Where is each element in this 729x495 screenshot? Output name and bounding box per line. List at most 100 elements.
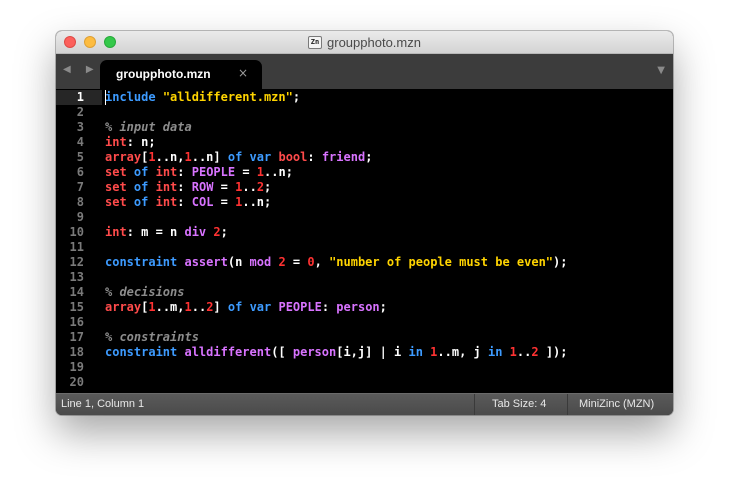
code-line[interactable]: 9 (56, 210, 673, 225)
code-line[interactable]: 16 (56, 315, 673, 330)
code-token: PEOPLE (278, 300, 322, 314)
code-token: : m = n (126, 225, 185, 239)
code-text: include "alldifferent.mzn"; (105, 90, 300, 105)
editor-window: Zn groupphoto.mzn ◀ ▶ groupphoto.mzn × ▼… (56, 31, 673, 415)
code-token: array (105, 150, 142, 164)
code-text: constraint alldifferent([ person[i,j] | … (105, 345, 568, 360)
line-number: 13 (69, 270, 84, 284)
status-bar: Line 1, Column 1 Tab Size: 4 MiniZinc (M… (56, 393, 673, 415)
code-text: int: m = n div 2; (105, 225, 228, 240)
code-token: set (105, 195, 127, 209)
tab-groupphoto[interactable]: groupphoto.mzn × (100, 60, 262, 89)
code-token: = (213, 180, 236, 194)
code-token: % constraints (105, 330, 199, 344)
code-line[interactable]: 1 include "alldifferent.mzn"; (56, 90, 673, 105)
code-token: ; (292, 90, 301, 104)
line-number: 7 (76, 180, 84, 194)
code-token: 1 (184, 150, 192, 164)
code-line[interactable]: 20 (56, 375, 673, 390)
code-line[interactable]: 13 (56, 270, 673, 285)
line-number: 19 (69, 360, 84, 374)
code-token: ([ (271, 345, 293, 359)
code-line[interactable]: 17 % constraints (56, 330, 673, 345)
line-number: 2 (76, 105, 84, 119)
code-token: ]); (538, 345, 568, 359)
code-text: int: n; (105, 135, 156, 150)
line-number: 9 (76, 210, 84, 224)
code-token: COL (191, 195, 214, 209)
code-token: ; (365, 150, 373, 164)
code-token: "number of people must be even" (329, 255, 554, 269)
code-line[interactable]: 5 array[1..n,1..n] of var bool: friend; (56, 150, 673, 165)
syntax-selector[interactable]: MiniZinc (MZN) (579, 398, 654, 410)
line-number: 3 (76, 120, 84, 134)
cursor-position: Line 1, Column 1 (61, 398, 145, 410)
code-token: 2 (531, 345, 539, 359)
code-token: ROW (191, 180, 214, 194)
code-line[interactable]: 15 array[1..m,1..2] of var PEOPLE: person… (56, 300, 673, 315)
code-editor[interactable]: 1 include "alldifferent.mzn"; 2 3% input da… (56, 89, 673, 393)
line-number: 15 (69, 300, 84, 314)
code-token: ; (220, 225, 228, 239)
code-line[interactable]: 14 % decisions (56, 285, 673, 300)
code-line[interactable]: 2 (56, 105, 673, 120)
tab-bar: ◀ ▶ groupphoto.mzn × ▼ (56, 54, 673, 89)
code-token: var (249, 300, 272, 314)
code-line[interactable]: 12 constraint assert(n mod 2 = 0, "number… (56, 255, 673, 270)
code-token: div (184, 225, 207, 239)
document-icon: Zn (308, 35, 323, 49)
tab-size-selector[interactable]: Tab Size: 4 (492, 398, 546, 410)
code-token: ] (213, 300, 228, 314)
tab-list-dropdown-icon[interactable]: ▼ (657, 65, 665, 76)
code-token: 2 (256, 180, 265, 194)
code-line[interactable]: 18 constraint alldifferent([ person[i,j] … (56, 345, 673, 360)
code-token: = (285, 255, 308, 269)
code-token: int (155, 180, 178, 194)
code-text: array[1..n,1..n] of var bool: friend; (105, 150, 372, 165)
code-token: bool (278, 150, 308, 164)
title-bar[interactable]: Zn groupphoto.mzn (56, 31, 673, 54)
code-token: ); (553, 255, 568, 269)
code-line[interactable]: 3 % input data (56, 120, 673, 135)
code-token: 1 (256, 165, 265, 179)
tab-label: groupphoto.mzn (116, 67, 211, 81)
code-token: friend (321, 150, 366, 164)
code-token: = (213, 195, 236, 209)
code-token: 1 (148, 150, 156, 164)
code-token: set (105, 165, 127, 179)
code-token: 0 (307, 255, 315, 269)
code-token: : (307, 150, 322, 164)
code-line[interactable]: 7 set of int: ROW = 1..2; (56, 180, 673, 195)
code-line[interactable]: 11 (56, 240, 673, 255)
code-token: constraint (105, 255, 178, 269)
code-line[interactable]: 8 set of int: COL = 1..n; (56, 195, 673, 210)
code-token: .. (516, 345, 532, 359)
code-token: (n (227, 255, 250, 269)
code-token: PEOPLE (191, 165, 236, 179)
code-line[interactable]: 4 int: n; (56, 135, 673, 150)
line-number: 10 (69, 225, 84, 239)
code-token: assert (184, 255, 228, 269)
code-token: mod (249, 255, 272, 269)
code-token: ..n; (264, 165, 293, 179)
tab-nav-arrows-icon[interactable]: ◀ ▶ (63, 64, 100, 75)
code-token: int (155, 165, 178, 179)
line-number: 8 (76, 195, 84, 209)
code-line[interactable]: 19 (56, 360, 673, 375)
code-token: of (227, 300, 243, 314)
code-token: 1 (509, 345, 517, 359)
tab-close-icon[interactable]: × (238, 66, 248, 80)
code-text: set of int: PEOPLE = 1..n; (105, 165, 293, 180)
code-token: int (105, 135, 127, 149)
code-token: include (105, 90, 156, 104)
code-line[interactable]: 6 set of int: PEOPLE = 1..n; (56, 165, 673, 180)
code-token: constraint (105, 345, 178, 359)
code-token: ..n] (191, 150, 228, 164)
line-number: 6 (76, 165, 84, 179)
code-line[interactable]: 10 int: m = n div 2; (56, 225, 673, 240)
